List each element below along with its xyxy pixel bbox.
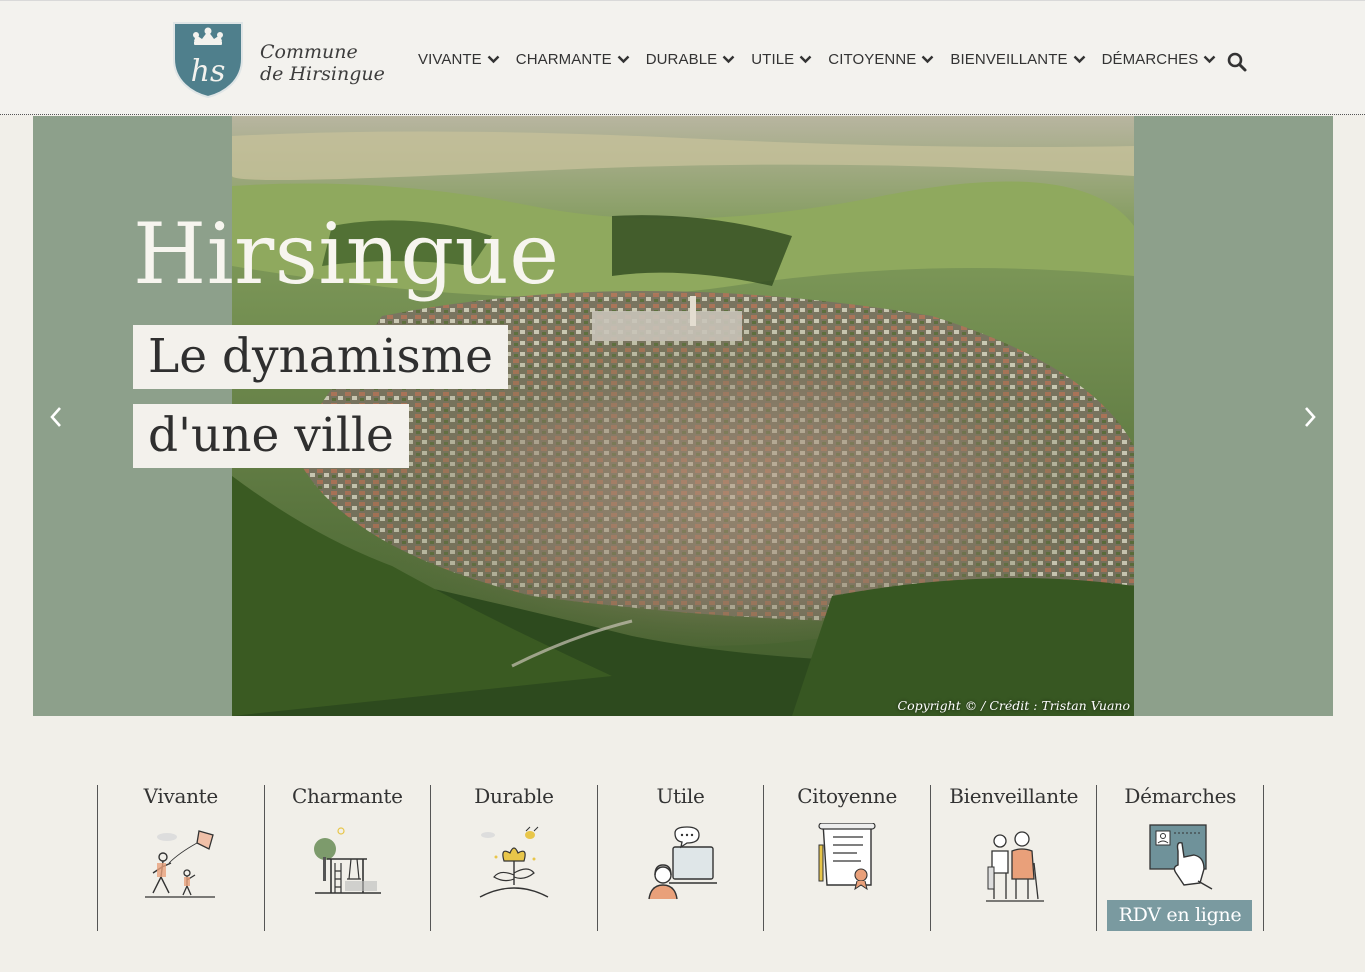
nav-vivante[interactable]: VIVANTE xyxy=(418,51,500,68)
rdv-online-button[interactable]: RDV en ligne xyxy=(1107,900,1253,931)
chevron-down-icon xyxy=(799,55,812,64)
nav-label: VIVANTE xyxy=(418,51,482,68)
support-chat-icon xyxy=(647,826,717,900)
chevron-down-icon xyxy=(722,55,735,64)
kite-family-icon xyxy=(144,830,215,898)
nav-citoyenne[interactable]: CITOYENNE xyxy=(828,51,934,68)
photo-credit: Copyright © / Crédit : Tristan Vuano xyxy=(897,698,1130,713)
category-label: Charmante xyxy=(292,784,403,808)
site-name[interactable]: Commune de Hirsingue xyxy=(260,41,385,85)
scroll-certificate-icon xyxy=(818,823,876,891)
flower-bee-icon xyxy=(479,826,549,898)
nav-charmante[interactable]: CHARMANTE xyxy=(516,51,630,68)
chevron-down-icon xyxy=(922,55,934,64)
nav-durable[interactable]: DURABLE xyxy=(646,51,736,68)
nav-label: CITOYENNE xyxy=(828,51,917,68)
search-icon xyxy=(1227,52,1247,72)
nav-utile[interactable]: UTILE xyxy=(751,51,812,68)
chevron-down-icon xyxy=(617,55,630,64)
category-bienveillante[interactable]: Bienveillante xyxy=(931,785,1098,931)
nav-demarches[interactable]: DÉMARCHES xyxy=(1102,51,1217,68)
nav-label: DÉMARCHES xyxy=(1101,51,1199,68)
chevron-down-icon xyxy=(1203,55,1216,64)
category-citoyenne[interactable]: Citoyenne xyxy=(764,785,931,931)
hero-title: Hirsingue xyxy=(133,205,560,303)
commune-logo[interactable]: hs xyxy=(172,21,244,99)
hero-tagline-line2: d'une ville xyxy=(133,404,409,468)
category-label: Bienveillante xyxy=(949,784,1079,808)
chevron-down-icon xyxy=(1073,55,1085,64)
chevron-down-icon xyxy=(487,55,500,64)
coat-of-arms-icon: hs xyxy=(173,22,243,99)
category-label: Démarches xyxy=(1124,784,1237,808)
chevron-left-icon xyxy=(50,407,61,427)
category-durable[interactable]: Durable xyxy=(431,785,598,931)
category-utile[interactable]: Utile xyxy=(598,785,765,931)
site-name-line2: de Hirsingue xyxy=(260,63,385,85)
site-name-line1: Commune xyxy=(260,41,358,63)
category-label: Durable xyxy=(474,784,554,808)
main-nav: VIVANTE CHARMANTE DURABLE UTILE CITOYENN… xyxy=(418,51,1232,68)
playground-icon xyxy=(314,827,382,894)
online-appointment-icon xyxy=(1149,824,1213,890)
site-header: hs Commune de Hirsingue VIVANTE CHARMANT… xyxy=(0,0,1365,115)
hero-tagline-line1: Le dynamisme xyxy=(133,325,508,389)
hero-slider: Copyright © / Crédit : Tristan Vuano Hir… xyxy=(33,116,1333,716)
chevron-right-icon xyxy=(1305,407,1316,427)
nav-label: BIENVEILLANTE xyxy=(950,51,1068,68)
category-label: Vivante xyxy=(143,784,219,808)
category-grid: Vivante Charmante Durable Utile Citoyenn… xyxy=(97,784,1265,931)
nav-label: DURABLE xyxy=(645,51,718,68)
nav-bienveillante[interactable]: BIENVEILLANTE xyxy=(950,51,1085,68)
slider-next-button[interactable] xyxy=(1297,402,1323,432)
category-charmante[interactable]: Charmante xyxy=(265,785,432,931)
slider-prev-button[interactable] xyxy=(43,402,69,432)
search-button[interactable] xyxy=(1226,51,1248,73)
nav-label: CHARMANTE xyxy=(515,51,612,68)
svg-text:hs: hs xyxy=(191,54,226,89)
category-vivante[interactable]: Vivante xyxy=(98,785,265,931)
category-demarches[interactable]: Démarches RDV en ligne xyxy=(1097,784,1265,931)
category-label: Utile xyxy=(656,784,705,808)
category-label: Citoyenne xyxy=(797,784,897,808)
elderly-couple-icon xyxy=(985,831,1044,902)
nav-label: UTILE xyxy=(751,51,795,68)
